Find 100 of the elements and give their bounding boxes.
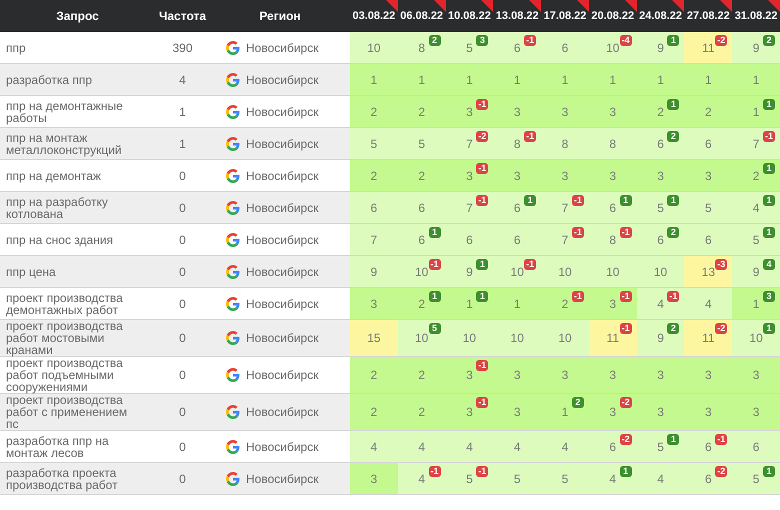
position-text: 4 <box>657 296 664 310</box>
position-text: 10 <box>462 331 476 345</box>
position-text: 5 <box>752 232 760 246</box>
position-text: 6 <box>704 472 712 486</box>
position-text: 1 <box>466 72 473 86</box>
google-icon <box>226 368 240 382</box>
position-text: 5 <box>657 200 664 214</box>
position-text: 3 <box>609 168 616 182</box>
position-text: 9 <box>657 331 664 345</box>
frequency-text: 390 <box>172 42 193 54</box>
position-text: 3 <box>514 405 521 419</box>
frequency-text: 0 <box>179 266 186 278</box>
position-text: 6 <box>370 200 378 214</box>
change-badge: -1 <box>476 360 488 371</box>
position-text: 5 <box>562 472 568 486</box>
position-text: 4 <box>562 440 568 454</box>
position-text: 3 <box>609 405 616 419</box>
change-badge: 3 <box>476 35 488 46</box>
region-text: Новосибирск <box>246 406 318 418</box>
change-badge: 1 <box>620 466 632 477</box>
change-badge: -1 <box>476 466 488 477</box>
column-header: Частота <box>158 9 206 23</box>
frequency-text: 0 <box>179 472 186 484</box>
change-badge: 2 <box>667 131 680 142</box>
position-text: 1 <box>514 296 521 310</box>
query-text: разработка проекта производства работ <box>6 466 119 490</box>
change-badge: 1 <box>763 227 775 238</box>
frequency-text: 0 <box>179 406 186 418</box>
position-text: 4 <box>370 440 378 454</box>
region-text: Новосибирск <box>246 234 318 246</box>
position-text: 2 <box>657 104 664 118</box>
frequency-text: 0 <box>179 298 186 310</box>
position-text: 1 <box>752 72 760 86</box>
position-text: 4 <box>704 296 712 310</box>
change-badge: -1 <box>524 259 536 270</box>
change-badge: -1 <box>428 466 441 477</box>
position-text: 2 <box>704 104 712 118</box>
position-text: 9 <box>752 264 760 278</box>
position-text: 4 <box>466 440 473 454</box>
position-text: 1 <box>704 72 712 86</box>
change-badge: -2 <box>620 397 632 408</box>
frequency-text: 0 <box>179 440 186 452</box>
position-text: 10 <box>606 40 620 54</box>
position-text: 7 <box>370 232 378 246</box>
region-text: Новосибирск <box>246 472 318 484</box>
change-badge: -1 <box>476 397 488 408</box>
position-text: 1 <box>752 296 760 310</box>
change-badge: 1 <box>667 99 680 110</box>
position-text: 6 <box>609 440 616 454</box>
column-header: 13.08.22 <box>496 10 539 22</box>
position-text: 10 <box>606 264 620 278</box>
position-text: 1 <box>370 72 378 86</box>
change-badge: 1 <box>667 434 680 445</box>
change-badge: -2 <box>715 323 728 334</box>
position-text: 6 <box>514 232 521 246</box>
google-icon <box>226 40 240 54</box>
position-text: 6 <box>418 232 425 246</box>
position-text: 6 <box>418 200 425 214</box>
position-text: 10 <box>558 331 572 345</box>
column-header: 17.08.22 <box>544 10 586 22</box>
change-badge: -1 <box>572 195 584 206</box>
column-header: 27.08.22 <box>686 10 730 22</box>
position-text: 9 <box>466 264 473 278</box>
position-text: 11 <box>606 331 619 345</box>
position-text: 3 <box>466 405 473 419</box>
column-header: 20.08.22 <box>591 10 634 22</box>
position-text: 2 <box>418 296 425 310</box>
position-text: 2 <box>418 104 425 118</box>
change-badge: 1 <box>667 195 680 206</box>
position-text: 5 <box>704 200 712 214</box>
position-text: 5 <box>370 136 378 150</box>
position-text: 5 <box>657 440 664 454</box>
position-text: 3 <box>562 368 568 382</box>
change-badge: 2 <box>667 227 680 238</box>
position-text: 6 <box>466 232 473 246</box>
change-badge: 3 <box>763 291 775 302</box>
position-text: 7 <box>752 136 760 150</box>
position-text: 10 <box>510 331 524 345</box>
position-text: 3 <box>466 368 473 382</box>
position-text: 3 <box>609 368 616 382</box>
position-text: 4 <box>657 472 664 486</box>
change-badge: 1 <box>428 227 441 238</box>
google-icon <box>226 72 240 86</box>
column-header: Регион <box>259 9 301 23</box>
position-text: 1 <box>514 72 521 86</box>
change-badge: 4 <box>763 259 775 270</box>
google-icon <box>226 104 240 118</box>
position-text: 7 <box>466 200 473 214</box>
position-text: 1 <box>562 72 568 86</box>
change-badge: 1 <box>667 35 680 46</box>
change-badge: 2 <box>763 35 775 46</box>
change-badge: 1 <box>763 195 775 206</box>
position-text: 7 <box>466 136 473 150</box>
query-text: проект производства демонтажных работ <box>6 292 124 316</box>
position-text: 6 <box>609 200 616 214</box>
position-text: 9 <box>752 40 760 54</box>
change-badge: 5 <box>428 323 441 334</box>
change-badge: -1 <box>524 35 536 46</box>
change-badge: 1 <box>428 291 441 302</box>
position-text: 9 <box>657 40 664 54</box>
